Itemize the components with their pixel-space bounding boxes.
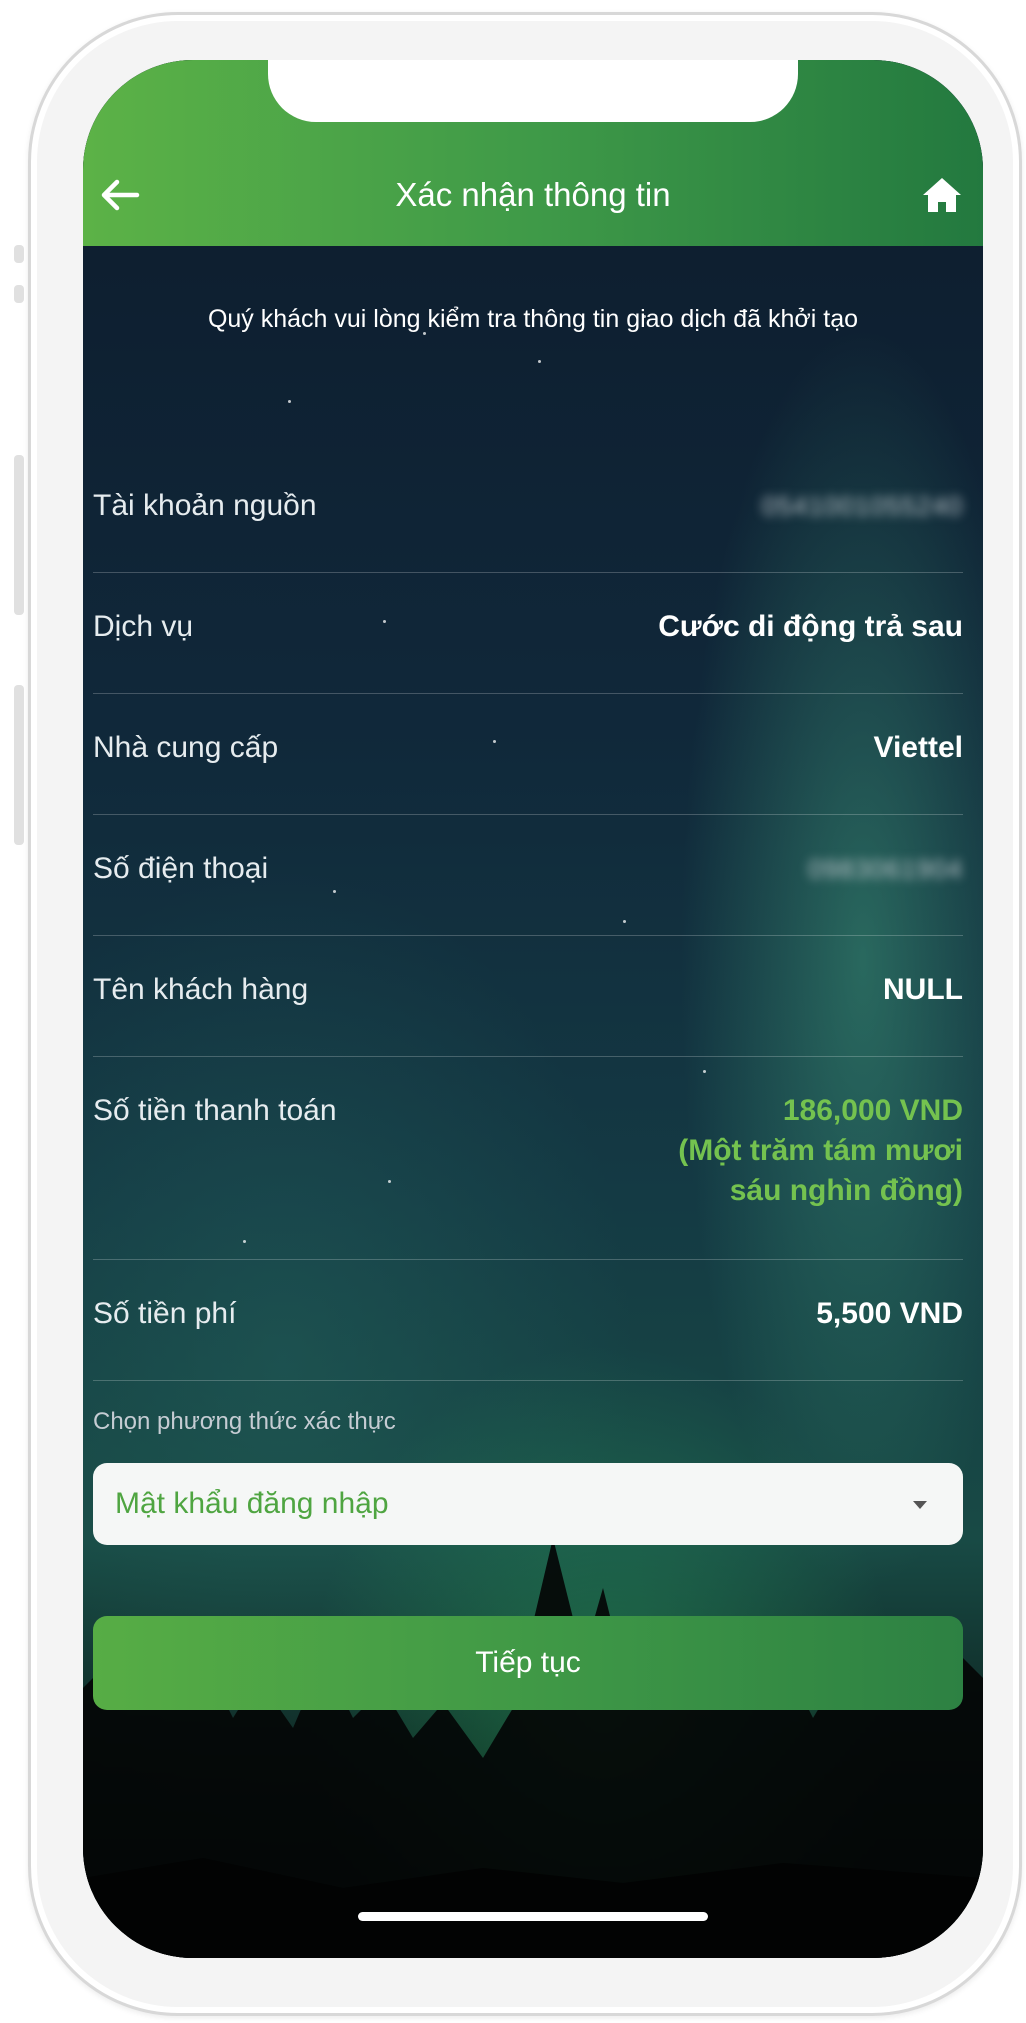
detail-row-source-account: Tài khoản nguồn 0541001055240 — [93, 452, 963, 573]
detail-label: Tên khách hàng — [93, 973, 309, 1006]
phone-value: 0983061904 — [808, 854, 963, 884]
auth-method-selected: Mật khẩu đăng nhập — [115, 1487, 389, 1520]
device-side-button — [14, 285, 24, 303]
detail-row-amount: Số tiền thanh toán 186,000 VND (Một trăm… — [93, 1057, 963, 1260]
transaction-details: Tài khoản nguồn 0541001055240 Dịch vụ Cư… — [93, 452, 963, 1381]
detail-label: Số tiền phí — [93, 1297, 237, 1330]
detail-label: Số điện thoại — [93, 852, 269, 885]
caret-down-icon — [913, 1501, 927, 1509]
detail-row-service: Dịch vụ Cước di động trả sau — [93, 573, 963, 694]
detail-label: Dịch vụ — [93, 610, 194, 643]
detail-row-customer-name: Tên khách hàng NULL — [93, 936, 963, 1057]
detail-row-fee: Số tiền phí 5,500 VND — [93, 1260, 963, 1381]
intro-text: Quý khách vui lòng kiểm tra thông tin gi… — [207, 305, 859, 333]
fee-value: 5,500 VND — [816, 1297, 963, 1330]
app-screen: Xác nhận thông tin Quý khách vui lòng ki… — [83, 60, 983, 1958]
customer-name-value: NULL — [883, 973, 963, 1006]
amount-value-group: 186,000 VND (Một trăm tám mươi sáu nghìn… — [623, 1091, 963, 1211]
service-value: Cước di động trả sau — [658, 610, 963, 643]
provider-value: Viettel — [873, 731, 964, 764]
device-volume-button — [14, 455, 24, 615]
amount-in-words: (Một trăm tám mươi sáu nghìn đồng) — [678, 1134, 963, 1207]
star — [538, 360, 541, 363]
detail-label: Nhà cung cấp — [93, 731, 279, 764]
device-side-button — [14, 245, 24, 263]
detail-row-provider: Nhà cung cấp Viettel — [93, 694, 963, 815]
home-indicator — [358, 1912, 708, 1921]
continue-button[interactable]: Tiếp tục — [93, 1616, 963, 1710]
top-header: Xác nhận thông tin — [83, 60, 983, 246]
home-icon[interactable] — [919, 172, 965, 218]
detail-label: Số tiền thanh toán — [93, 1094, 337, 1127]
amount-value: 186,000 VND — [782, 1094, 963, 1127]
auth-method-select[interactable]: Mật khẩu đăng nhập — [93, 1463, 963, 1545]
page-title: Xác nhận thông tin — [395, 176, 671, 213]
detail-label: Tài khoản nguồn — [93, 489, 317, 522]
device-volume-button — [14, 685, 24, 845]
star — [288, 400, 291, 403]
auth-method-label: Chọn phương thức xác thực — [93, 1408, 396, 1435]
device-notch — [268, 60, 798, 122]
source-account-value: 0541001055240 — [762, 491, 963, 521]
detail-row-phone: Số điện thoại 0983061904 — [93, 815, 963, 936]
